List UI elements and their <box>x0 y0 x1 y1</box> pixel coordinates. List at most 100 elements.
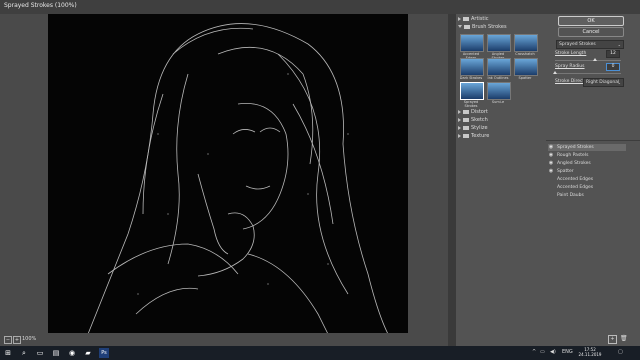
settings-panel: OK Cancel Sprayed Strokes ⌄ Stroke Lengt… <box>546 14 640 346</box>
zoom-out-button[interactable]: − <box>4 336 12 344</box>
preview-scrollbar[interactable] <box>448 14 456 346</box>
stroke-length-label: Stroke Length <box>555 51 587 56</box>
slider-knob[interactable] <box>553 71 557 74</box>
preview-area: − + 100% <box>0 14 448 346</box>
notifications-icon[interactable]: ▢ <box>618 349 623 355</box>
ok-button[interactable]: OK <box>558 16 624 26</box>
preview-image <box>87 23 389 334</box>
category-distort[interactable]: Distort <box>458 109 488 116</box>
category-stylize[interactable]: Stylize <box>458 125 488 132</box>
spray-radius-input[interactable]: 0 <box>606 63 620 71</box>
category-label: Stylize <box>471 125 488 131</box>
thumb-label: Spatter <box>518 76 532 80</box>
expand-icon <box>458 16 461 21</box>
layer-label: Accented Edges <box>557 177 594 182</box>
volume-icon[interactable]: ◀) <box>550 349 556 355</box>
thumb-label: Dark Strokes <box>459 76 483 80</box>
thumb-label: Sprayed Strokes <box>463 100 479 108</box>
thumb-sumi-e[interactable] <box>487 82 511 100</box>
thumb-crosshatch[interactable] <box>514 34 538 52</box>
expand-icon <box>458 125 461 130</box>
folder-icon <box>463 109 469 114</box>
folder-icon <box>463 16 469 21</box>
thumb-label: Ink Outlines <box>487 76 509 80</box>
divider <box>546 140 640 141</box>
app-icon[interactable]: ▰ <box>83 348 93 358</box>
folder-icon <box>463 125 469 130</box>
expand-icon <box>458 117 461 122</box>
file-explorer-icon[interactable]: ▤ <box>51 348 61 358</box>
window-title: Sprayed Strokes (100%) <box>4 2 77 9</box>
folder-icon <box>464 24 470 29</box>
trash-icon[interactable]: 🗑 <box>620 335 628 342</box>
photoshop-icon[interactable]: Ps <box>99 348 109 358</box>
battery-icon[interactable]: ▭ <box>540 349 545 355</box>
stroke-direction-select[interactable]: Right Diagonal ⌄ <box>583 78 624 87</box>
thumb-label: Crosshatch <box>515 52 535 56</box>
clock[interactable]: 17:52 24.11.2019 <box>576 347 604 357</box>
effect-layer-paint-daubs[interactable]: Paint Daubs <box>548 192 626 199</box>
eye-icon[interactable]: ◉ <box>548 152 554 159</box>
chevron-down-icon: ⌄ <box>617 42 621 47</box>
taskview-icon[interactable]: ▭ <box>35 348 45 358</box>
stroke-length-slider[interactable] <box>555 58 621 61</box>
layer-toolbar: + 🗑 <box>546 332 640 346</box>
thumb-spatter[interactable] <box>514 58 538 76</box>
layer-label: Spatter <box>557 169 574 174</box>
category-label: Brush Strokes <box>472 24 507 30</box>
zoom-in-button[interactable]: + <box>13 336 21 344</box>
thumb-angled-strokes[interactable] <box>487 34 511 52</box>
category-texture[interactable]: Texture <box>458 133 489 140</box>
thumb-sprayed-strokes[interactable] <box>460 82 484 100</box>
eye-icon[interactable]: ◉ <box>548 168 554 175</box>
effect-layers-list: ◉ Sprayed Strokes ◉ Rough Pastels ◉ Angled … <box>546 142 640 332</box>
layer-label: Paint Daubs <box>557 193 584 198</box>
category-label: Sketch <box>471 117 488 123</box>
folder-icon <box>463 117 469 122</box>
category-label: Distort <box>471 109 488 115</box>
effect-layer-angled-strokes[interactable]: ◉ Angled Strokes <box>548 160 626 167</box>
effect-layer-accented-edges[interactable]: Accented Edges <box>548 184 626 191</box>
effect-layer-sprayed-strokes[interactable]: ◉ Sprayed Strokes <box>548 144 626 151</box>
eye-hidden-icon[interactable] <box>548 184 554 191</box>
taskbar: ⊞ ⌕ ▭ ▤ ◉ ▰ Ps ^ ▭ ◀) ENG 17:52 24.11.20… <box>0 346 640 360</box>
cancel-button[interactable]: Cancel <box>558 27 624 37</box>
category-sketch[interactable]: Sketch <box>458 117 488 124</box>
effect-layer-spatter[interactable]: ◉ Spatter <box>548 168 626 175</box>
eye-hidden-icon[interactable] <box>548 176 554 183</box>
browser-icon[interactable]: ◉ <box>67 348 77 358</box>
filter-select[interactable]: Sprayed Strokes ⌄ <box>556 40 624 49</box>
layer-label: Accented Edges <box>557 185 594 190</box>
category-brush-strokes[interactable]: Brush Strokes <box>458 24 507 31</box>
new-layer-icon[interactable]: + <box>608 335 617 344</box>
language-indicator[interactable]: ENG <box>562 349 573 355</box>
thumb-accented-edges[interactable] <box>460 34 484 52</box>
layer-label: Rough Pastels <box>557 153 589 158</box>
clock-date: 24.11.2019 <box>578 352 602 357</box>
stroke-length-input[interactable]: 12 <box>606 50 620 58</box>
category-label: Artistic <box>471 16 489 22</box>
folder-icon <box>463 133 469 138</box>
thumb-ink-outlines[interactable] <box>487 58 511 76</box>
windows-start-icon[interactable]: ⊞ <box>3 348 13 358</box>
spray-radius-slider[interactable] <box>553 71 621 74</box>
stroke-direction-value: Right Diagonal <box>586 80 620 85</box>
preview-canvas[interactable] <box>48 14 408 334</box>
thumb-label: Sumi-e <box>491 100 505 104</box>
expand-icon <box>458 109 461 114</box>
layer-label: Angled Strokes <box>557 161 591 166</box>
eye-hidden-icon[interactable] <box>548 192 554 199</box>
category-label: Texture <box>471 133 490 139</box>
eye-icon[interactable]: ◉ <box>548 160 554 167</box>
collapse-icon <box>458 25 462 28</box>
thumb-dark-strokes[interactable] <box>460 58 484 76</box>
effect-layer-accented-edges[interactable]: Accented Edges <box>548 176 626 183</box>
preview-bottombar: − + 100% <box>0 333 448 346</box>
search-icon[interactable]: ⌕ <box>19 348 29 358</box>
zoom-level[interactable]: 100% <box>22 336 36 342</box>
category-artistic[interactable]: Artistic <box>458 16 489 23</box>
eye-icon[interactable]: ◉ <box>548 144 554 151</box>
tray-overflow-icon[interactable]: ^ <box>532 349 536 355</box>
effect-layer-rough-pastels[interactable]: ◉ Rough Pastels <box>548 152 626 159</box>
slider-knob[interactable] <box>592 58 597 61</box>
